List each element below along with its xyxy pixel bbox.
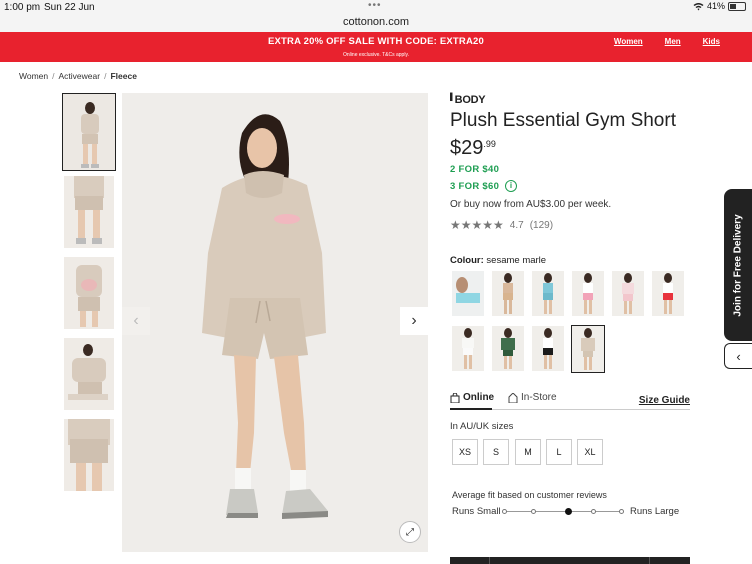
- breadcrumb-separator: /: [104, 71, 107, 81]
- thumbnail-2[interactable]: [64, 176, 114, 248]
- fit-scale-dot: [502, 509, 507, 514]
- url-bar[interactable]: cottonon.com: [0, 14, 752, 32]
- battery-percent: 41%: [706, 1, 725, 11]
- side-tab-collapse-button[interactable]: ‹: [724, 343, 752, 369]
- tab-instore-label: In-Store: [521, 392, 557, 403]
- fit-scale-dot-selected: [565, 508, 572, 515]
- tab-active-underline: [450, 408, 492, 410]
- colour-swatch-7[interactable]: [452, 326, 484, 371]
- breadcrumb-women[interactable]: Women: [19, 71, 48, 81]
- size-xs-button[interactable]: XS: [452, 439, 478, 465]
- info-icon[interactable]: i: [505, 180, 518, 192]
- rating-stars: ★★★★★: [450, 218, 504, 232]
- fit-scale-dot: [531, 509, 536, 514]
- expand-icon: ⤢: [406, 526, 414, 538]
- availability-tabs: Online In-Store Size Guide: [450, 390, 690, 410]
- add-to-bag-divider: [489, 557, 490, 564]
- product-title: Plush Essential Gym Short: [450, 110, 676, 131]
- fit-scale-dot: [591, 509, 596, 514]
- thumbnail-1[interactable]: [62, 93, 116, 171]
- add-to-bag-bar[interactable]: [450, 557, 690, 564]
- promo-nav: Women Men Kids: [614, 37, 720, 46]
- chevron-left-icon: ‹: [736, 348, 741, 364]
- wifi-icon: [693, 2, 704, 10]
- deal-3-for-60: 3 FOR $60 i: [450, 180, 518, 192]
- price-cents: .99: [483, 139, 496, 149]
- battery-icon: [728, 1, 746, 11]
- status-right: 41%: [693, 1, 746, 11]
- breadcrumb-separator: /: [52, 71, 55, 81]
- breadcrumb-activewear[interactable]: Activewear: [59, 71, 101, 81]
- shopping-bag-icon: [450, 392, 460, 403]
- colour-value: sesame marle: [486, 255, 547, 266]
- price-dollars: $29: [450, 137, 484, 159]
- colour-swatch-5[interactable]: [612, 271, 644, 316]
- product-rating[interactable]: ★★★★★ 4.7 (129): [450, 218, 553, 232]
- nav-kids-link[interactable]: Kids: [703, 37, 720, 46]
- afterpay-text: Or buy now from AU$3.00 per week.: [450, 199, 612, 210]
- size-xl-button[interactable]: XL: [577, 439, 603, 465]
- status-bar: 1:00 pm Sun 22 Jun ••• 41%: [0, 0, 752, 14]
- rating-value: 4.7: [509, 219, 524, 231]
- deal-3-for-60-label: 3 FOR $60: [450, 180, 500, 192]
- fit-runs-small: Runs Small: [452, 506, 501, 517]
- product-price: $29.99: [450, 137, 496, 160]
- status-date: Sun 22 Jun: [44, 2, 95, 13]
- promo-fineprint: Online exclusive. T&Cs apply.: [343, 52, 409, 58]
- size-m-button[interactable]: M: [515, 439, 541, 465]
- colour-swatch-8[interactable]: [492, 326, 524, 371]
- chevron-right-icon: ›: [411, 312, 417, 329]
- size-guide-link[interactable]: Size Guide: [639, 395, 690, 406]
- promo-banner: EXTRA 20% OFF SALE WITH CODE: EXTRA20 On…: [0, 32, 752, 62]
- url-text: cottonon.com: [342, 16, 410, 28]
- chevron-left-icon: ‹: [133, 312, 139, 329]
- breadcrumb: Women / Activewear / Fleece: [19, 71, 137, 81]
- brand-logo: ▌BODY: [450, 94, 486, 106]
- tab-online[interactable]: Online: [450, 392, 494, 403]
- colour-swatch-9[interactable]: [532, 326, 564, 371]
- colour-label: Colour: sesame marle: [450, 255, 546, 266]
- status-time: 1:00 pm: [4, 2, 41, 13]
- previous-image-button[interactable]: ‹: [122, 307, 150, 335]
- tab-instore[interactable]: In-Store: [508, 392, 557, 403]
- rating-count: (129): [529, 219, 554, 231]
- main-product-image[interactable]: [122, 93, 428, 552]
- thumbnail-3[interactable]: [64, 257, 114, 329]
- colour-swatch-4[interactable]: [572, 271, 604, 316]
- deal-2-for-40: 2 FOR $40: [450, 164, 500, 175]
- fit-runs-large: Runs Large: [630, 506, 680, 517]
- brand-name: BODY: [454, 94, 486, 106]
- nav-women-link[interactable]: Women: [614, 37, 643, 46]
- thumbnail-4[interactable]: [64, 338, 114, 410]
- colour-label-key: Colour:: [450, 255, 484, 266]
- join-free-delivery-label-wrap: Join for Free Delivery: [724, 189, 752, 341]
- size-l-button[interactable]: L: [546, 439, 572, 465]
- tab-online-label: Online: [463, 392, 495, 403]
- fit-scale-dot: [619, 509, 624, 514]
- breadcrumb-fleece[interactable]: Fleece: [110, 71, 136, 81]
- colour-swatch-6[interactable]: [652, 271, 684, 316]
- fit-label: Average fit based on customer reviews: [452, 490, 607, 500]
- join-free-delivery-label: Join for Free Delivery: [732, 213, 744, 317]
- add-to-bag-divider: [649, 557, 650, 564]
- sizes-label: In AU/UK sizes: [450, 421, 514, 432]
- colour-swatch-3[interactable]: [532, 271, 564, 316]
- colour-swatch-1[interactable]: [452, 271, 484, 316]
- nav-men-link[interactable]: Men: [665, 37, 681, 46]
- next-image-button[interactable]: ›: [400, 307, 428, 335]
- store-icon: [508, 392, 518, 403]
- size-s-button[interactable]: S: [483, 439, 509, 465]
- multitasking-dots-icon[interactable]: •••: [368, 0, 382, 11]
- colour-swatch-10-selected[interactable]: [571, 325, 605, 373]
- fit-scale-track: [504, 511, 622, 512]
- colour-swatch-2[interactable]: [492, 271, 524, 316]
- expand-image-button[interactable]: ⤢: [399, 521, 421, 543]
- thumbnail-5[interactable]: [64, 419, 114, 491]
